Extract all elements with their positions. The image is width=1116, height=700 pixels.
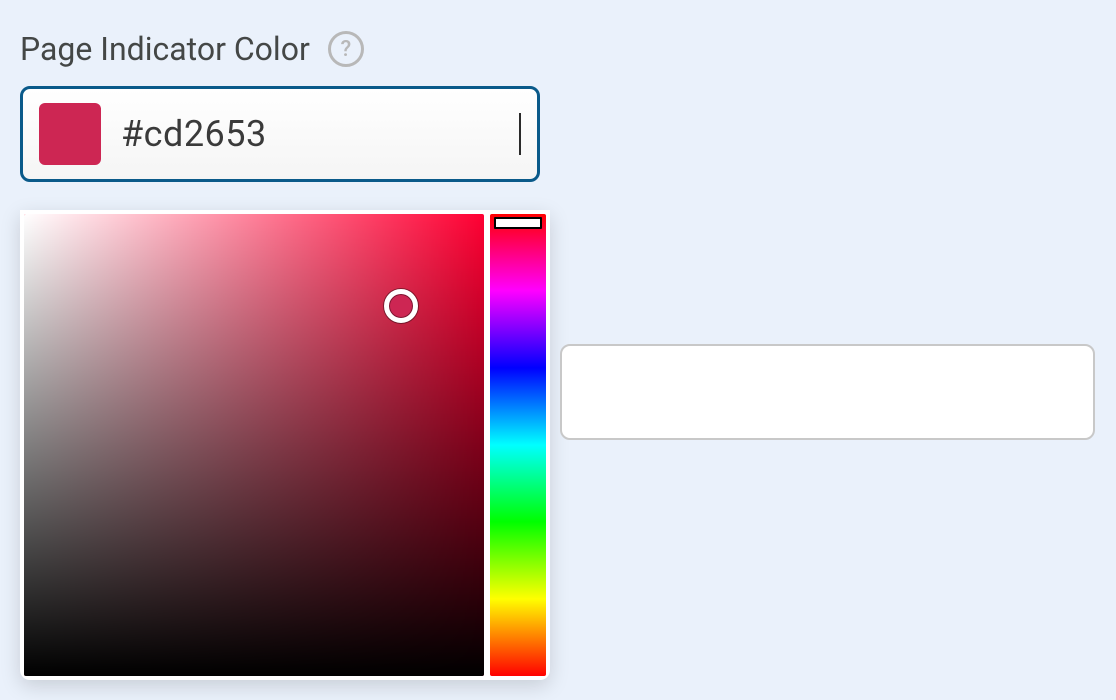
hue-slider[interactable] <box>490 214 546 676</box>
color-picker-panel <box>20 210 550 680</box>
color-input[interactable]: #cd2653 <box>20 86 540 182</box>
saturation-area[interactable] <box>24 214 484 676</box>
color-value-text[interactable]: #cd2653 <box>121 113 517 155</box>
text-cursor <box>519 113 521 155</box>
field-label-row: Page Indicator Color ? <box>20 30 1096 68</box>
secondary-input[interactable] <box>560 344 1095 440</box>
color-swatch[interactable] <box>39 103 101 165</box>
saturation-black-gradient <box>24 214 484 676</box>
hue-slider-handle <box>494 217 542 229</box>
help-icon[interactable]: ? <box>328 31 364 67</box>
field-label: Page Indicator Color <box>20 30 310 68</box>
